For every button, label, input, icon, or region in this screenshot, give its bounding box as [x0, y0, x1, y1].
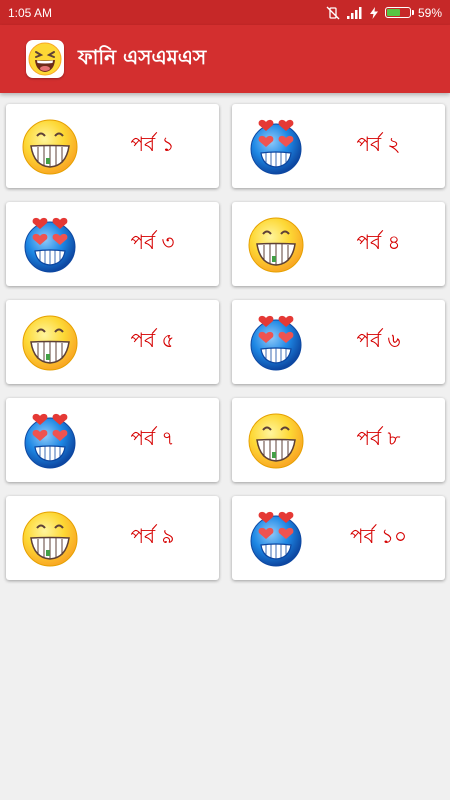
signal-icon: [346, 6, 363, 19]
episode-label: পর্ব ৫: [130, 327, 175, 352]
grinning-face-icon: [20, 508, 80, 568]
battery-percent: 59%: [417, 5, 442, 20]
status-bar: 1:05 AM 59%: [0, 0, 450, 25]
episode-card[interactable]: পর্ব ৩: [6, 202, 219, 286]
battery-icon: [384, 7, 414, 18]
episode-label: পর্ব ৮: [356, 425, 401, 450]
episode-label: পর্ব ৩: [130, 229, 175, 254]
episode-label: পর্ব ৬: [356, 327, 401, 352]
heart-eyes-face-icon: [246, 116, 306, 176]
episode-label: পর্ব ২: [356, 131, 401, 156]
charging-icon: [369, 6, 378, 19]
laughing-face-icon: [26, 40, 64, 78]
episode-card[interactable]: পর্ব ৪: [232, 202, 445, 286]
episode-label: পর্ব ১: [130, 131, 175, 156]
episode-label: পর্ব ১০: [349, 523, 408, 548]
episode-card[interactable]: পর্ব ৫: [6, 300, 219, 384]
vibrate-off-icon: [326, 6, 340, 20]
heart-eyes-face-icon: [20, 214, 80, 274]
grinning-face-icon: [246, 410, 306, 470]
episode-card[interactable]: পর্ব ৬: [232, 300, 445, 384]
episode-card[interactable]: পর্ব ৭: [6, 398, 219, 482]
episode-label: পর্ব ৪: [356, 229, 401, 254]
grinning-face-icon: [20, 312, 80, 372]
status-icons: 59%: [326, 6, 442, 20]
episode-card[interactable]: পর্ব ২: [232, 104, 445, 188]
heart-eyes-face-icon: [246, 312, 306, 372]
episode-label: পর্ব ৯: [130, 523, 175, 548]
episode-card[interactable]: পর্ব ১: [6, 104, 219, 188]
episode-card[interactable]: পর্ব ৮: [232, 398, 445, 482]
episode-label: পর্ব ৭: [130, 425, 175, 450]
heart-eyes-face-icon: [20, 410, 80, 470]
battery-fill: [386, 9, 400, 16]
page-title: ফানি এসএমএস: [78, 44, 207, 69]
episode-grid: পর্ব ১ পর্ব ২ পর্ব ৩ পর্ব ৪ পর্ব ৫ পর্ব ৬ পর্ব…: [6, 104, 445, 580]
status-time: 1:05 AM: [8, 5, 53, 20]
app-bar: ফানি এসএমএস: [0, 25, 450, 93]
episode-card[interactable]: পর্ব ১০: [232, 496, 445, 580]
grinning-face-icon: [246, 214, 306, 274]
grinning-face-icon: [20, 116, 80, 176]
heart-eyes-face-icon: [246, 508, 306, 568]
episode-card[interactable]: পর্ব ৯: [6, 496, 219, 580]
